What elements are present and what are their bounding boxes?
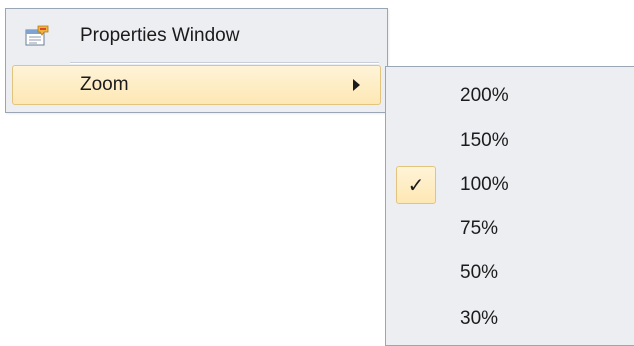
menu-separator	[70, 62, 379, 64]
context-menu: Properties Window Zoom	[5, 8, 388, 113]
properties-window-icon	[12, 14, 62, 58]
menu-item-label: Properties Window	[80, 25, 240, 46]
menu-item-label: Zoom	[80, 74, 129, 95]
check-cell	[396, 300, 436, 338]
check-cell: ✓	[396, 166, 436, 204]
check-cell	[396, 77, 436, 115]
zoom-option-label: 100%	[460, 174, 509, 195]
submenu-arrow-icon	[353, 79, 360, 91]
zoom-option-label: 50%	[460, 262, 499, 283]
zoom-option-50[interactable]: 50%	[396, 251, 634, 295]
menu-item-zoom[interactable]: Zoom	[12, 65, 381, 105]
zoom-option-label: 30%	[460, 308, 499, 329]
check-cell	[396, 254, 436, 292]
check-cell	[396, 122, 436, 160]
zoom-option-200[interactable]: 200%	[396, 74, 634, 118]
zoom-option-75[interactable]: 75%	[396, 207, 634, 251]
zoom-option-label: 200%	[460, 85, 509, 106]
zoom-option-label: 75%	[460, 218, 499, 239]
check-cell	[396, 210, 436, 248]
menu-item-properties-window[interactable]: Properties Window	[12, 14, 381, 58]
zoom-option-100[interactable]: ✓ 100%	[396, 163, 634, 207]
zoom-option-label: 150%	[460, 130, 509, 151]
zoom-submenu: 200% 150% ✓ 100% 75% 50% 30%	[385, 66, 634, 346]
zoom-option-150[interactable]: 150%	[396, 119, 634, 163]
zoom-option-30[interactable]: 30%	[396, 297, 634, 341]
checkmark-icon: ✓	[407, 173, 425, 197]
